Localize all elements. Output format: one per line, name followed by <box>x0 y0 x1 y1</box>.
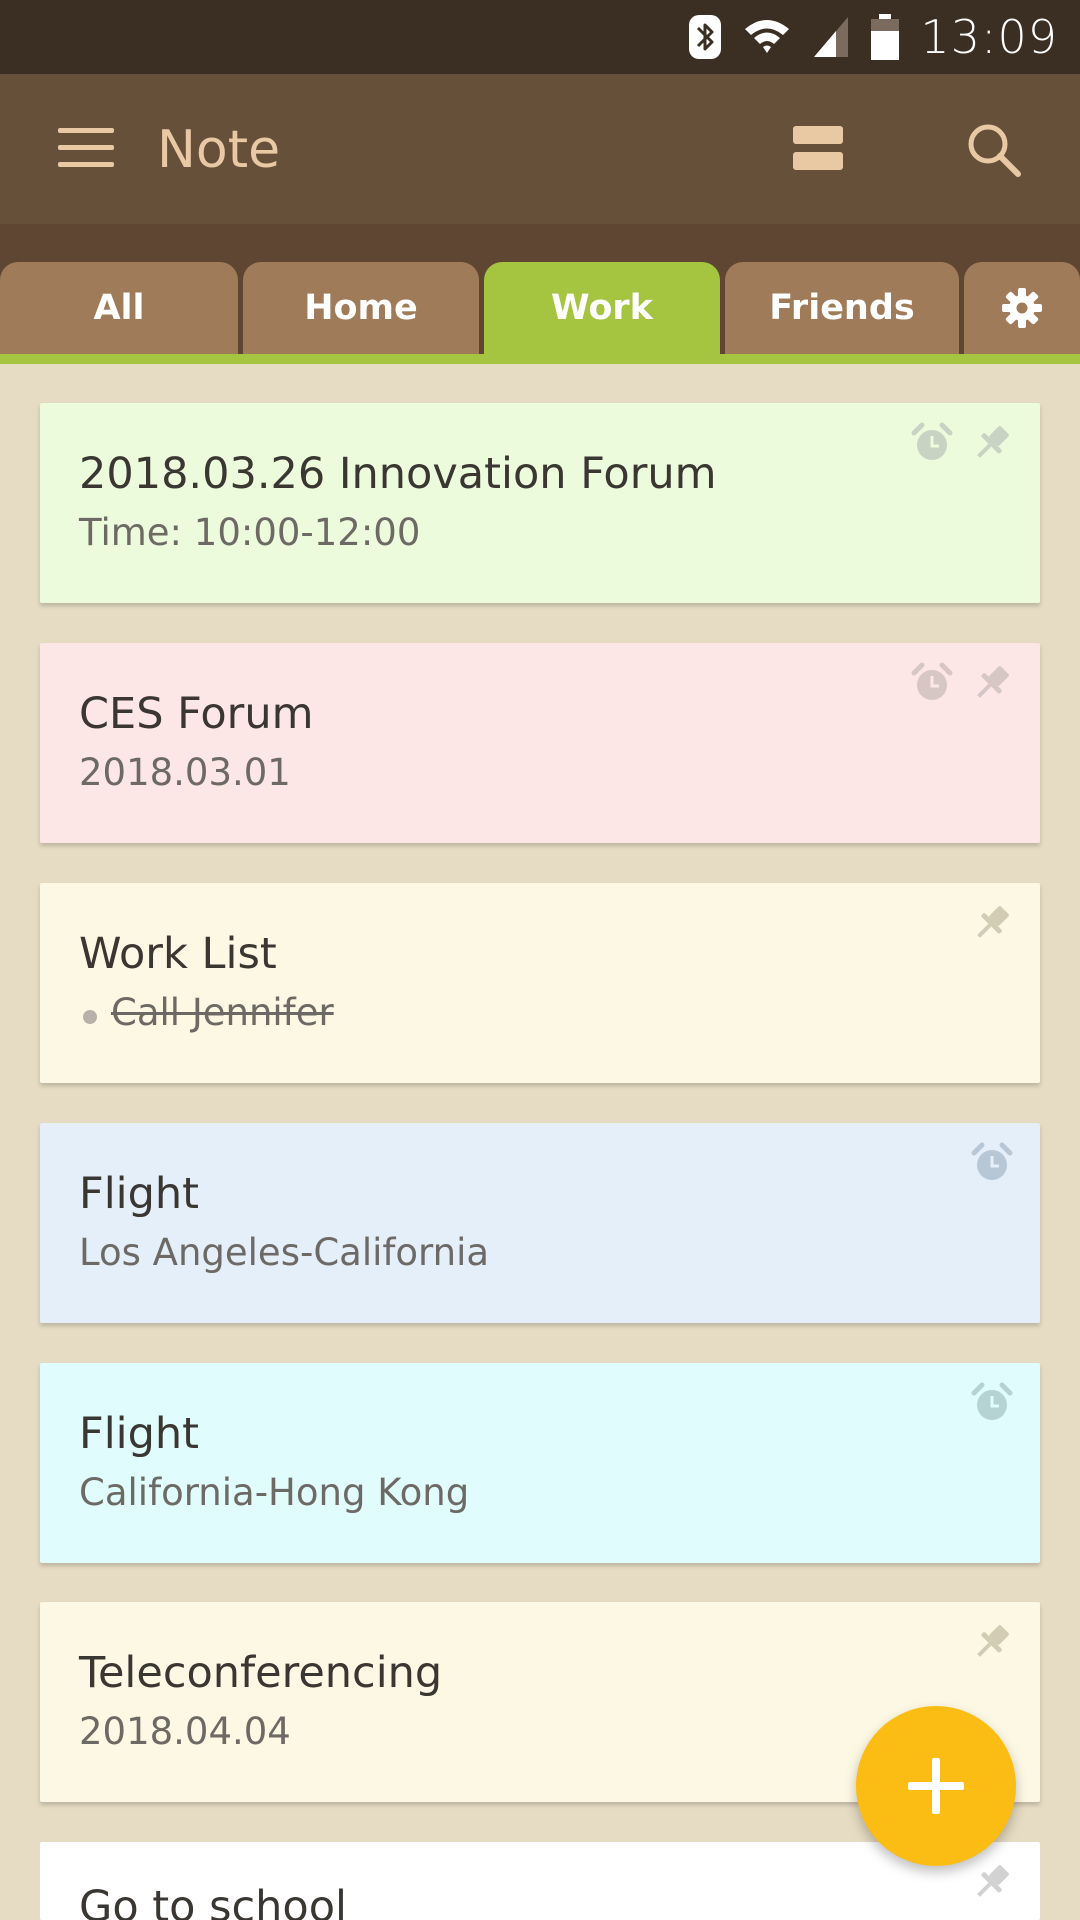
note-subtitle: Time: 10:00-12:00 <box>79 511 421 554</box>
note-card[interactable]: Flight Los Angeles-California <box>40 1123 1040 1323</box>
battery-icon <box>871 14 900 60</box>
note-title: Teleconferencing <box>79 1648 443 1698</box>
add-icon <box>908 1758 964 1814</box>
cellular-signal-icon <box>814 17 849 57</box>
note-subtitle: California-Hong Kong <box>79 1471 470 1514</box>
note-subtitle: Los Angeles-California <box>79 1231 490 1274</box>
tab-all[interactable]: All <box>0 262 238 354</box>
pin-icon <box>977 1865 1009 1897</box>
note-title: Flight <box>79 1409 200 1459</box>
note-title: Flight <box>79 1169 200 1219</box>
bluetooth-icon <box>689 15 722 59</box>
note-title: CES Forum <box>79 689 314 739</box>
tab-settings[interactable] <box>964 262 1080 354</box>
note-subtitle: 2018.04.04 <box>79 1710 291 1753</box>
pin-icon <box>977 1625 1009 1657</box>
alarm-icon <box>971 1382 1013 1420</box>
note-title: 2018.03.26 Innovation Forum <box>79 449 717 499</box>
status-bar: 13:09 <box>0 0 1080 74</box>
note-card[interactable]: CES Forum 2018.03.01 <box>40 643 1040 843</box>
note-checklist-item: Call Jennifer <box>111 991 334 1034</box>
note-subtitle: 2018.03.01 <box>79 751 291 794</box>
hamburger-menu-icon[interactable] <box>58 128 114 168</box>
checklist-bullet <box>83 1010 97 1024</box>
alarm-icon <box>911 422 953 460</box>
note-card[interactable]: Go to school <box>40 1842 1040 1920</box>
search-icon[interactable] <box>966 122 1022 178</box>
tab-indicator-line <box>0 354 1080 364</box>
status-time: 13:09 <box>920 10 1058 64</box>
app-title: Note <box>157 120 281 180</box>
pin-icon <box>977 906 1009 938</box>
tab-home[interactable]: Home <box>243 262 479 354</box>
add-note-button[interactable] <box>856 1706 1016 1866</box>
app-bar: Note <box>0 74 1080 224</box>
pin-icon <box>977 426 1009 458</box>
gear-icon <box>1002 288 1042 328</box>
note-card[interactable]: Flight California-Hong Kong <box>40 1363 1040 1563</box>
wifi-icon <box>745 20 790 53</box>
note-card[interactable]: Work List Call Jennifer <box>40 883 1040 1083</box>
note-title: Work List <box>79 929 277 979</box>
tab-work[interactable]: Work <box>484 262 720 354</box>
note-title: Go to school <box>79 1882 347 1920</box>
alarm-icon <box>971 1142 1013 1180</box>
pin-icon <box>977 666 1009 698</box>
alarm-icon <box>911 662 953 700</box>
note-card[interactable]: 2018.03.26 Innovation Forum Time: 10:00-… <box>40 403 1040 603</box>
tab-friends[interactable]: Friends <box>725 262 959 354</box>
view-toggle-icon[interactable] <box>793 124 843 172</box>
